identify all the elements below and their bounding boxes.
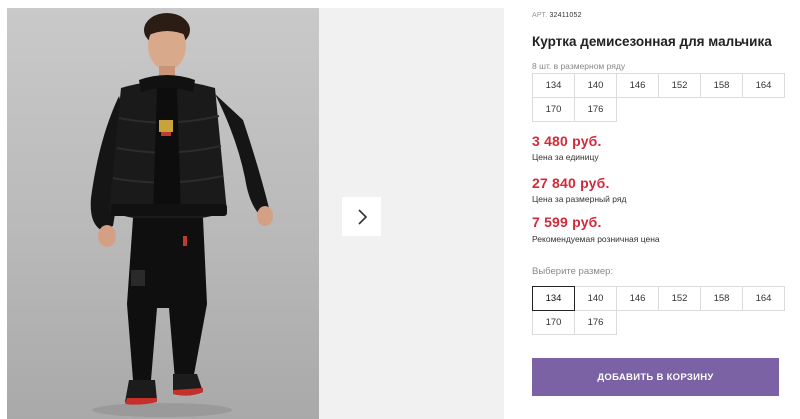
size-option-158[interactable]: 158 xyxy=(700,286,743,311)
size-row-cell: 170 xyxy=(532,97,575,122)
size-option-140[interactable]: 140 xyxy=(574,286,617,311)
chevron-right-icon xyxy=(357,208,367,225)
product-photo-illustration xyxy=(90,13,273,417)
size-option-152[interactable]: 152 xyxy=(658,286,701,311)
size-row-price-label: Цена за размерный ряд xyxy=(532,194,627,204)
product-gallery xyxy=(7,8,504,419)
size-option-164[interactable]: 164 xyxy=(742,286,785,311)
size-row-cell: 134 xyxy=(532,73,575,98)
size-option-146[interactable]: 146 xyxy=(616,286,659,311)
retail-price: 7 599 руб. xyxy=(532,214,602,230)
size-row-cell: 140 xyxy=(574,73,617,98)
article-number: 32411052 xyxy=(549,12,582,19)
product-title: Куртка демисезонная для мальчика xyxy=(532,34,772,49)
article-line: АРТ. 32411052 xyxy=(532,12,582,19)
size-row-cell: 164 xyxy=(742,73,785,98)
product-photo[interactable] xyxy=(7,8,319,419)
choose-size-label: Выберите размер: xyxy=(532,266,614,277)
size-row-price: 27 840 руб. xyxy=(532,175,610,191)
add-to-cart-button[interactable]: ДОБАВИТЬ В КОРЗИНУ xyxy=(532,358,779,396)
unit-price: 3 480 руб. xyxy=(532,133,602,149)
size-option-176[interactable]: 176 xyxy=(574,310,617,335)
article-label: АРТ. xyxy=(532,12,548,19)
gallery-next-button[interactable] xyxy=(342,197,381,236)
size-option-134[interactable]: 134 xyxy=(532,286,575,311)
retail-price-label: Рекомендуемая розничная цена xyxy=(532,234,660,244)
size-option-170[interactable]: 170 xyxy=(532,310,575,335)
size-row-cell: 158 xyxy=(700,73,743,98)
size-row-cell: 176 xyxy=(574,97,617,122)
size-row-cell: 146 xyxy=(616,73,659,98)
unit-price-label: Цена за единицу xyxy=(532,152,599,162)
size-selector: 134 140 146 152 158 164 170 176 xyxy=(532,286,785,335)
size-row-grid: 134 140 146 152 158 164 170 176 xyxy=(532,73,785,122)
size-row-note: 8 шт. в размерном ряду xyxy=(532,61,626,71)
size-row-cell: 152 xyxy=(658,73,701,98)
